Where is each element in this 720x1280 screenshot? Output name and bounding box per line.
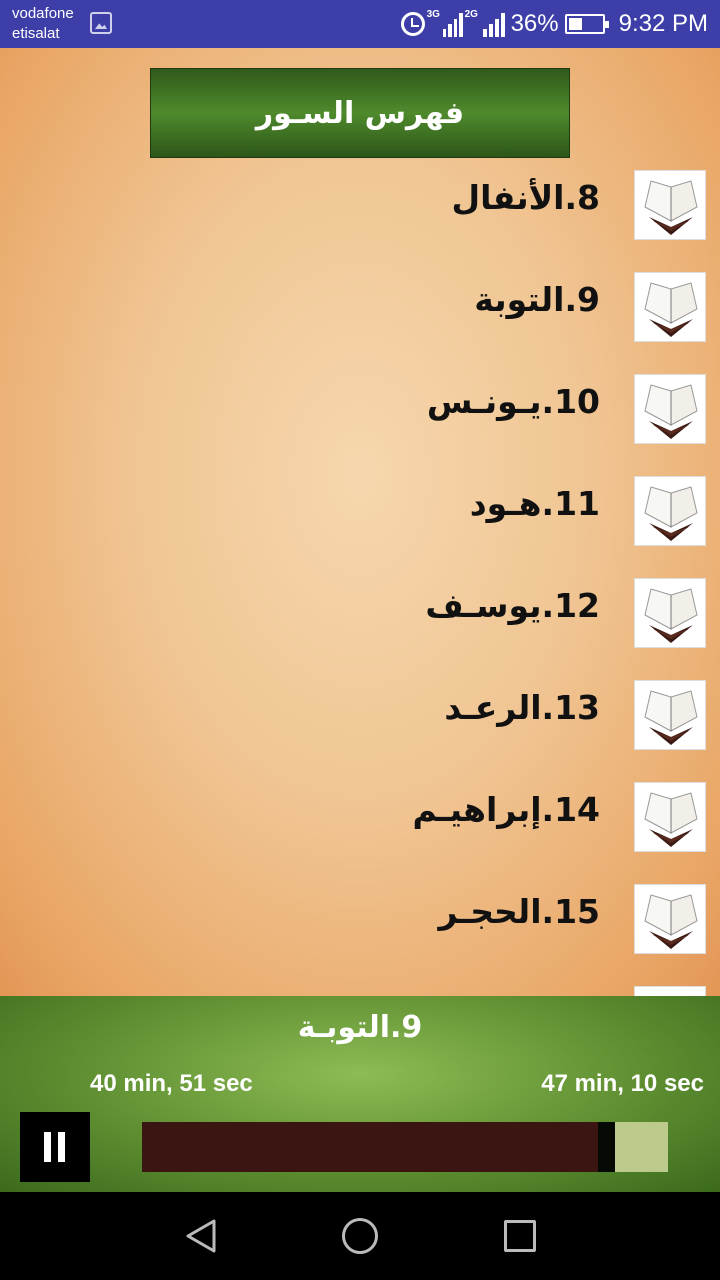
list-item[interactable]: 14.إبراهيـم [0, 780, 720, 882]
quran-book-icon [634, 476, 706, 546]
quran-book-icon [634, 884, 706, 954]
quran-book-icon [634, 782, 706, 852]
surah-label: 11.هـود [469, 484, 600, 523]
list-item[interactable]: 10.يـونـس [0, 372, 720, 474]
surah-label: 12.يوسـف [425, 586, 600, 625]
surah-index-screen: فهرس السـور 8.الأنفال 9.التوبة 10.يـونـس… [0, 48, 720, 996]
gallery-notification-icon [90, 12, 112, 34]
quran-book-icon [634, 680, 706, 750]
surah-label: 9.التوبة [474, 280, 600, 319]
list-item[interactable]: 12.يوسـف [0, 576, 720, 678]
now-playing-title: 9.التوبـة [297, 1010, 423, 1045]
quran-book-icon [634, 578, 706, 648]
surah-label: 10.يـونـس [426, 382, 600, 421]
page-title: فهرس السـور [255, 95, 465, 131]
surah-label: 15.الحجـر [438, 892, 600, 931]
total-duration: 47 min, 10 sec [541, 1070, 704, 1097]
navigation-bar [0, 1192, 720, 1280]
surah-list[interactable]: 8.الأنفال 9.التوبة 10.يـونـس 11.هـود 12.… [0, 168, 720, 996]
title-banner: فهرس السـور [150, 68, 570, 158]
recent-apps-icon[interactable] [504, 1220, 536, 1252]
surah-label: 14.إبراهيـم [412, 790, 600, 829]
seek-bar[interactable] [142, 1122, 668, 1172]
status-bar: vodafone etisalat 3G 2G 36% 9:32 PM [0, 0, 720, 48]
status-indicators: 3G 2G 36% 9:32 PM [400, 0, 708, 48]
signal-2g-icon: 2G [465, 9, 505, 37]
list-item[interactable]: 9.التوبة [0, 270, 720, 372]
home-icon[interactable] [342, 1218, 378, 1254]
elapsed-time: 40 min, 51 sec [90, 1070, 253, 1097]
surah-label: 8.الأنفال [451, 178, 600, 217]
carrier-line-2: etisalat [12, 25, 60, 42]
surah-label: 13.الرعـد [444, 688, 600, 727]
alarm-icon [400, 12, 425, 36]
quran-book-icon [634, 374, 706, 444]
list-item[interactable]: 15.الحجـر [0, 882, 720, 984]
signal-3g-icon: 3G [427, 9, 463, 37]
list-item[interactable]: 8.الأنفال [0, 168, 720, 270]
audio-player: 9.التوبـة 40 min, 51 sec 47 min, 10 sec [0, 996, 720, 1192]
carrier-line-1: vodafone [12, 5, 74, 22]
clock: 9:32 PM [618, 10, 708, 37]
battery-icon [564, 14, 609, 34]
quran-book-icon [634, 986, 706, 996]
list-item[interactable]: 13.الرعـد [0, 678, 720, 780]
quran-book-icon [634, 272, 706, 342]
list-item-partial[interactable] [0, 984, 720, 996]
quran-book-icon [634, 170, 706, 240]
battery-percent: 36% [510, 10, 559, 37]
carrier-info: vodafone etisalat [12, 4, 74, 44]
pause-button[interactable] [20, 1112, 90, 1182]
seek-progress [142, 1122, 598, 1172]
back-icon[interactable] [184, 1218, 218, 1254]
list-item[interactable]: 11.هـود [0, 474, 720, 576]
